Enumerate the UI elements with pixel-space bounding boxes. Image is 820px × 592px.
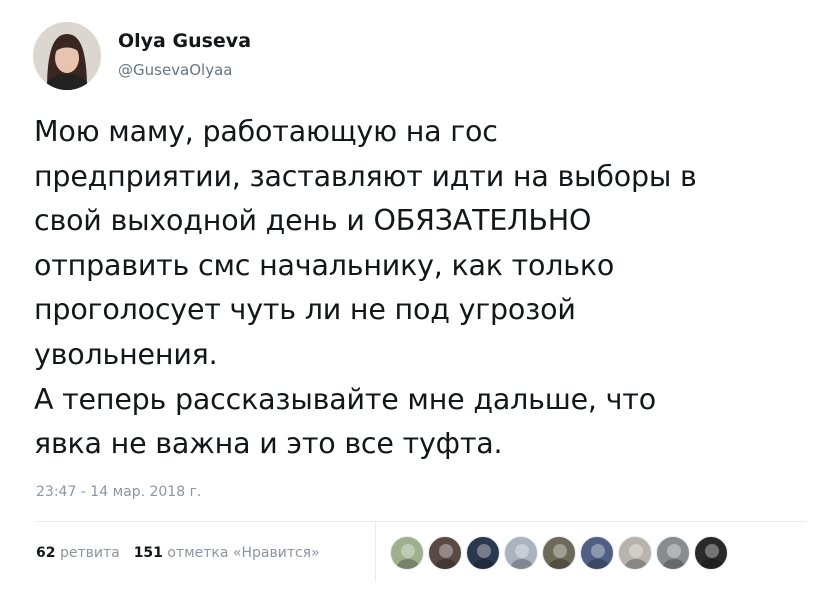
tweet-timestamp[interactable]: 23:47 - 14 мар. 2018 г. (36, 484, 201, 500)
liker-avatar[interactable] (656, 536, 690, 570)
author-name[interactable]: Olya Guseva (118, 30, 251, 52)
liker-avatar[interactable] (580, 536, 614, 570)
liker-avatar[interactable] (618, 536, 652, 570)
author-handle[interactable]: @GusevaOlyaa (118, 61, 232, 79)
liker-avatar[interactable] (466, 536, 500, 570)
like-label: отметка «Нравится» (167, 545, 320, 561)
like-count: 151 (133, 545, 163, 561)
liker-avatar[interactable] (504, 536, 538, 570)
retweet-stat[interactable]: 62 ретвита (36, 545, 120, 561)
stats-divider (375, 522, 376, 582)
liker-avatar[interactable] (428, 536, 462, 570)
author-avatar[interactable] (33, 22, 101, 90)
avatar-photo (33, 22, 101, 90)
liker-avatar[interactable] (694, 536, 728, 570)
retweet-count: 62 (36, 545, 56, 561)
liker-avatar[interactable] (390, 536, 424, 570)
liker-avatar[interactable] (542, 536, 576, 570)
like-stat[interactable]: 151 отметка «Нравится» (134, 545, 320, 561)
retweet-label: ретвита (59, 545, 120, 561)
tweet-text: Мою маму, работающую на гос предприятии,… (34, 115, 697, 461)
tweet-stats: 62 ретвита 151 отметка «Нравится» (36, 545, 320, 561)
divider (36, 521, 806, 522)
